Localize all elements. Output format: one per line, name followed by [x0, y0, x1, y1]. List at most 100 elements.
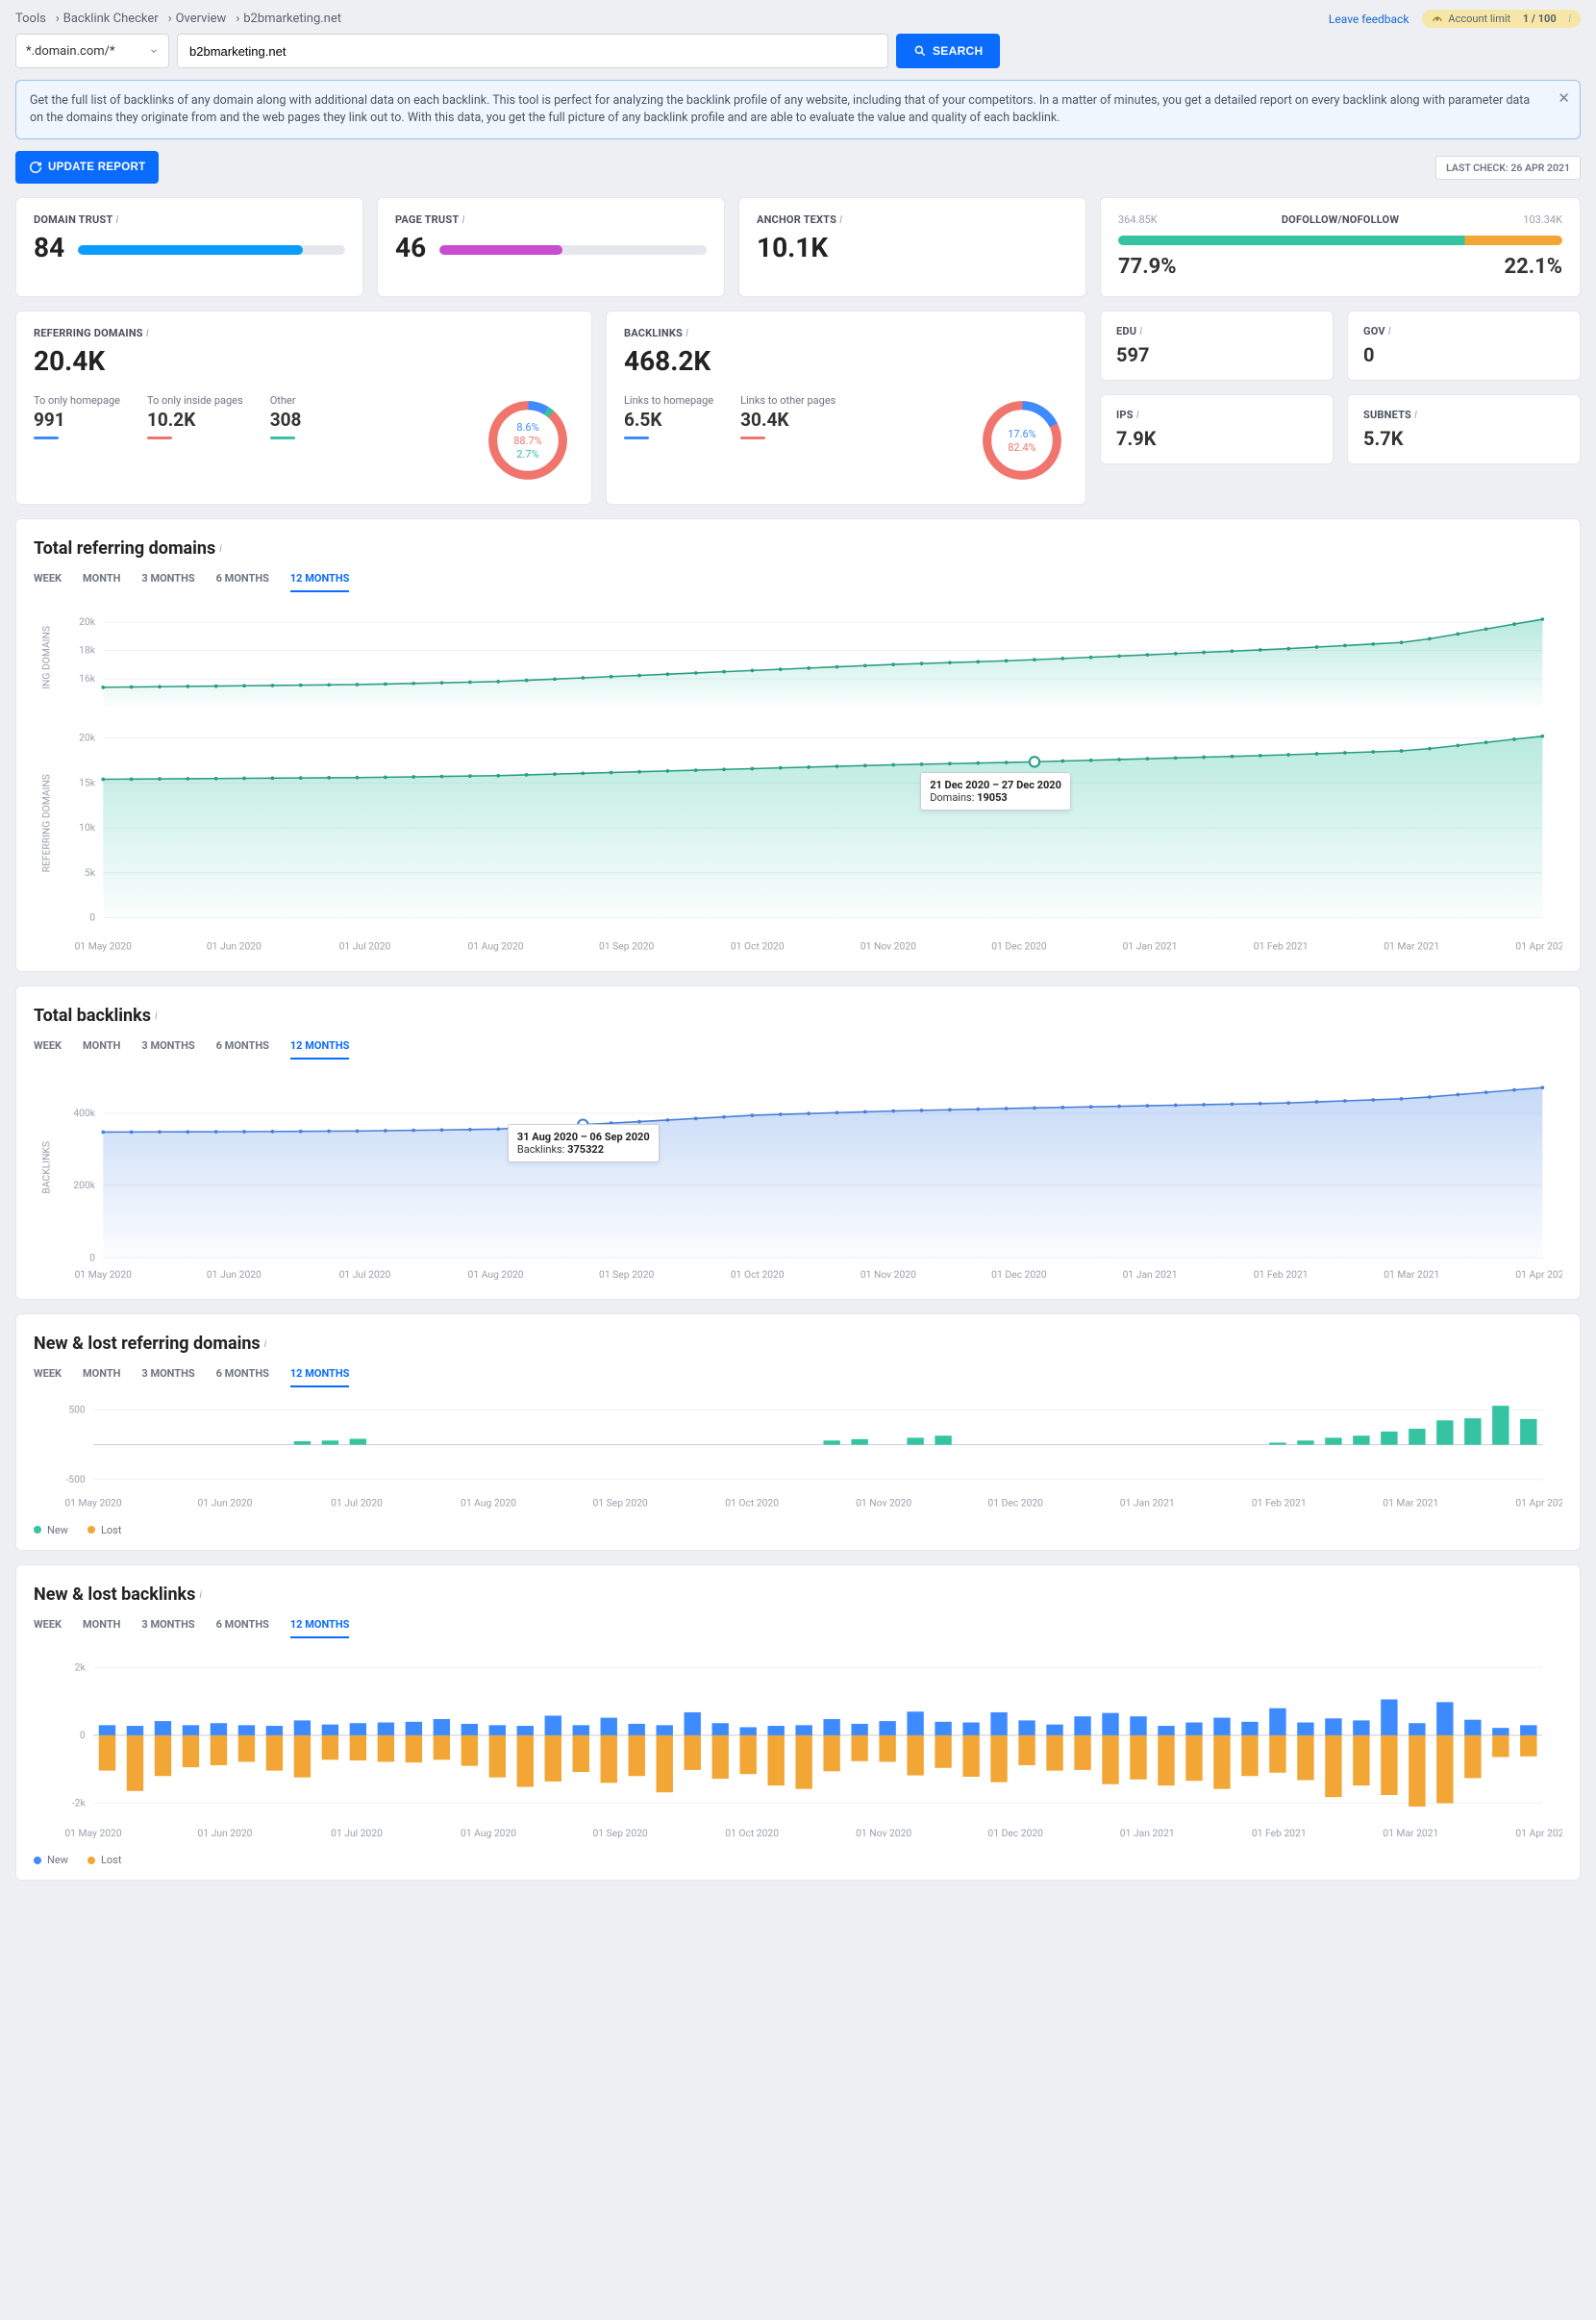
chevron-down-icon: [149, 46, 159, 56]
svg-text:01 Nov 2020: 01 Nov 2020: [860, 940, 916, 953]
svg-text:01 Nov 2020: 01 Nov 2020: [856, 1827, 911, 1839]
tab-6m-nlref[interactable]: 6 MONTHS: [216, 1367, 269, 1387]
svg-text:0: 0: [80, 1729, 86, 1741]
svg-text:01 Oct 2020: 01 Oct 2020: [731, 1268, 785, 1281]
svg-text:01 Mar 2021: 01 Mar 2021: [1384, 1268, 1439, 1281]
svg-text:01 Jul 2020: 01 Jul 2020: [331, 1497, 383, 1509]
tab-week-bl[interactable]: WEEK: [34, 1039, 62, 1060]
referring-donut: 8.6% 88.7% 2.7%: [482, 394, 574, 486]
svg-text:01 Aug 2020: 01 Aug 2020: [468, 940, 524, 953]
svg-text:-2k: -2k: [72, 1797, 87, 1809]
svg-text:01 Mar 2021: 01 Mar 2021: [1384, 940, 1439, 953]
account-limit-badge[interactable]: Account limit 1 / 100 i: [1422, 10, 1581, 28]
tab-week-nlref[interactable]: WEEK: [34, 1367, 62, 1387]
dofollow-card: 364.85K DOFOLLOW/NOFOLLOW 103.34K 77.9% …: [1100, 197, 1581, 297]
refresh-icon: [29, 161, 42, 174]
tab-3m-bl[interactable]: 3 MONTHS: [141, 1039, 194, 1060]
last-check-badge: LAST CHECK: 26 APR 2021: [1435, 156, 1581, 180]
gauge-icon: [1432, 13, 1443, 25]
svg-text:01 Sep 2020: 01 Sep 2020: [592, 1497, 647, 1509]
svg-text:01 Nov 2020: 01 Nov 2020: [860, 1268, 916, 1281]
update-report-button[interactable]: UPDATE REPORT: [15, 151, 159, 184]
tab-6m-nlbl[interactable]: 6 MONTHS: [216, 1618, 269, 1638]
tab-12m-bl[interactable]: 12 MONTHS: [290, 1039, 350, 1060]
svg-text:01 Aug 2020: 01 Aug 2020: [461, 1827, 516, 1839]
nl-ref-chart[interactable]: -50050001 May 202001 Jun 202001 Jul 2020…: [34, 1395, 1562, 1514]
svg-text:500: 500: [68, 1404, 86, 1416]
referring-domains-card: REFERRING DOMAINSi 20.4K To only homepag…: [15, 311, 592, 505]
svg-text:01 Oct 2020: 01 Oct 2020: [725, 1497, 779, 1509]
svg-text:01 Oct 2020: 01 Oct 2020: [731, 940, 785, 953]
tab-month-nlbl[interactable]: MONTH: [83, 1618, 120, 1638]
tab-3m-nlbl[interactable]: 3 MONTHS: [141, 1618, 194, 1638]
crumb-domain: b2bmarketing.net: [243, 12, 341, 26]
nl-ref-panel: New & lost referring domainsi WEEK MONTH…: [15, 1313, 1581, 1551]
svg-text:01 Apr 2021: 01 Apr 2021: [1515, 1827, 1562, 1839]
tab-12m-nlref[interactable]: 12 MONTHS: [290, 1367, 350, 1387]
svg-text:0: 0: [89, 911, 95, 924]
crumb-overview[interactable]: Overview: [176, 12, 227, 26]
backlinks-panel: Total backlinksi WEEK MONTH 3 MONTHS 6 M…: [15, 985, 1581, 1300]
svg-text:01 Oct 2020: 01 Oct 2020: [725, 1827, 779, 1839]
crumb-tools[interactable]: Tools: [15, 12, 46, 26]
svg-text:01 Apr 2021: 01 Apr 2021: [1515, 1497, 1562, 1509]
svg-text:2k: 2k: [75, 1660, 87, 1673]
svg-text:5k: 5k: [85, 866, 96, 879]
referring-domains-chart[interactable]: 16k18k20kING DOMAINS05k10k15k20k01 May 2…: [34, 600, 1562, 958]
svg-text:01 Sep 2020: 01 Sep 2020: [599, 1268, 654, 1281]
svg-text:01 May 2020: 01 May 2020: [75, 1268, 133, 1281]
svg-text:01 Jan 2021: 01 Jan 2021: [1120, 1827, 1175, 1839]
svg-text:0: 0: [89, 1251, 95, 1263]
svg-text:01 Sep 2020: 01 Sep 2020: [592, 1827, 647, 1839]
domain-input[interactable]: [177, 34, 888, 68]
tab-week[interactable]: WEEK: [34, 572, 62, 592]
svg-text:01 Jul 2020: 01 Jul 2020: [339, 940, 391, 953]
search-button[interactable]: SEARCH: [896, 34, 1000, 68]
anchor-texts-card: ANCHOR TEXTSi 10.1K: [738, 197, 1086, 297]
time-tabs-bl: WEEK MONTH 3 MONTHS 6 MONTHS 12 MONTHS: [34, 1039, 1562, 1060]
tab-month-nlref[interactable]: MONTH: [83, 1367, 120, 1387]
tab-3m[interactable]: 3 MONTHS: [141, 572, 194, 592]
backlinks-chart[interactable]: 0200k400k01 May 202001 Jun 202001 Jul 20…: [34, 1067, 1562, 1285]
svg-text:REFERRING DOMAINS: REFERRING DOMAINS: [40, 774, 53, 872]
svg-text:01 Feb 2021: 01 Feb 2021: [1252, 1827, 1307, 1839]
tab-month[interactable]: MONTH: [83, 572, 120, 592]
tab-12m-nlbl[interactable]: 12 MONTHS: [290, 1618, 350, 1638]
svg-text:01 Nov 2020: 01 Nov 2020: [856, 1497, 911, 1509]
tab-6m[interactable]: 6 MONTHS: [216, 572, 269, 592]
bl-tooltip: 31 Aug 2020 – 06 Sep 2020 Backlinks: 375…: [508, 1124, 660, 1162]
tab-week-nlbl[interactable]: WEEK: [34, 1618, 62, 1638]
action-row: UPDATE REPORT LAST CHECK: 26 APR 2021: [15, 151, 1581, 184]
gov-card: GOVi 0: [1347, 311, 1581, 381]
tab-month-bl[interactable]: MONTH: [83, 1039, 120, 1060]
svg-text:01 Jun 2020: 01 Jun 2020: [198, 1827, 253, 1839]
svg-text:10k: 10k: [79, 821, 96, 834]
search-icon: [913, 44, 927, 58]
svg-text:01 Feb 2021: 01 Feb 2021: [1252, 1497, 1307, 1509]
domain-scope-select[interactable]: *.domain.com/*: [15, 34, 169, 68]
svg-text:01 Mar 2021: 01 Mar 2021: [1383, 1827, 1438, 1839]
svg-text:400k: 400k: [73, 1107, 95, 1119]
info-banner: Get the full list of backlinks of any do…: [15, 80, 1581, 139]
svg-text:20k: 20k: [79, 615, 96, 628]
svg-text:01 Jun 2020: 01 Jun 2020: [207, 940, 262, 953]
svg-text:01 Jun 2020: 01 Jun 2020: [207, 1268, 262, 1281]
svg-text:01 Apr 2021: 01 Apr 2021: [1515, 940, 1562, 953]
tab-3m-nlref[interactable]: 3 MONTHS: [141, 1367, 194, 1387]
svg-text:01 Dec 2020: 01 Dec 2020: [987, 1827, 1043, 1839]
time-tabs-ref: WEEK MONTH 3 MONTHS 6 MONTHS 12 MONTHS: [34, 572, 1562, 592]
tab-12m[interactable]: 12 MONTHS: [290, 572, 350, 592]
referring-domains-panel: Total referring domainsi WEEK MONTH 3 MO…: [15, 518, 1581, 972]
close-banner-icon[interactable]: ✕: [1558, 88, 1570, 110]
svg-text:01 Aug 2020: 01 Aug 2020: [461, 1497, 516, 1509]
nl-bl-chart[interactable]: -2k02k01 May 202001 Jun 202001 Jul 20200…: [34, 1646, 1562, 1844]
svg-text:01 Jan 2021: 01 Jan 2021: [1120, 1497, 1175, 1509]
tab-6m-bl[interactable]: 6 MONTHS: [216, 1039, 269, 1060]
svg-text:01 Feb 2021: 01 Feb 2021: [1254, 1268, 1309, 1281]
svg-text:01 Jan 2021: 01 Jan 2021: [1123, 940, 1178, 953]
time-tabs-nlbl: WEEK MONTH 3 MONTHS 6 MONTHS 12 MONTHS: [34, 1618, 1562, 1638]
svg-text:01 Aug 2020: 01 Aug 2020: [468, 1268, 524, 1281]
leave-feedback-link[interactable]: Leave feedback: [1329, 12, 1409, 26]
page-trust-card: PAGE TRUSTi 46: [377, 197, 725, 297]
crumb-checker[interactable]: Backlink Checker: [63, 12, 159, 26]
